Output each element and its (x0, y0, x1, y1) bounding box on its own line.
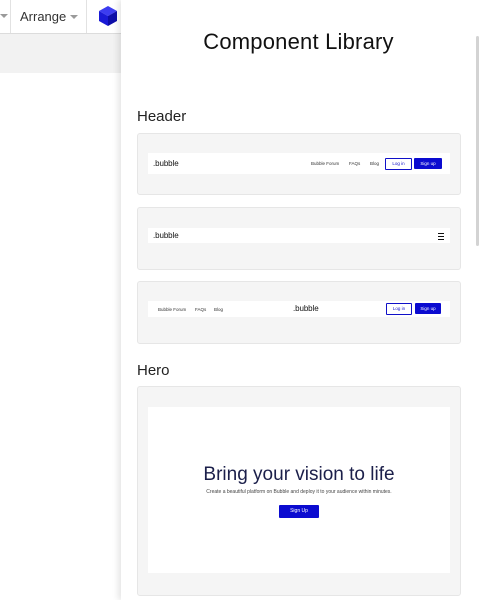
toolbar-divider (86, 0, 87, 33)
toolbar-divider (10, 0, 11, 33)
hero-subtitle: Create a beautiful platform on Bubble an… (206, 489, 392, 495)
component-library-panel: Component Library Header .bubble Bubble … (121, 0, 479, 600)
cube-icon[interactable] (97, 5, 119, 27)
header-component-card-2[interactable]: .bubble (137, 207, 461, 270)
nav-link-blog: Blog (214, 307, 224, 312)
editor-canvas[interactable] (0, 73, 121, 600)
bubble-logo: .bubble (153, 231, 179, 240)
nav-link-forum: Bubble Forum (158, 307, 187, 312)
section-label-hero: Hero (137, 362, 170, 379)
header-preview: .bubble Bubble Forum FAQs Blog Log in Si… (148, 153, 450, 174)
canvas-strip (0, 34, 121, 73)
nav-link-forum: Bubble Forum (311, 161, 340, 166)
arrange-menu[interactable]: Arrange (20, 9, 66, 24)
nav-link-faqs: FAQs (195, 307, 207, 312)
nav-link-blog: Blog (370, 161, 380, 166)
bubble-logo: .bubble (153, 159, 179, 168)
login-button: Log in (385, 158, 412, 170)
hero-preview: Bring your vision to life Create a beaut… (148, 407, 450, 573)
panel-title: Component Library (203, 29, 394, 54)
nav-link-faqs: FAQs (349, 161, 361, 166)
bubble-logo: .bubble (293, 304, 319, 313)
login-button: Log in (386, 303, 412, 315)
dropdown-caret-icon[interactable] (0, 14, 8, 18)
header-preview-mobile: .bubble (148, 228, 450, 243)
header-component-card-1[interactable]: .bubble Bubble Forum FAQs Blog Log in Si… (137, 133, 461, 195)
hero-title: Bring your vision to life (203, 464, 395, 485)
hero-signup-button: Sign Up (279, 505, 319, 518)
section-label-header: Header (137, 108, 187, 125)
header-component-card-3[interactable]: Bubble Forum FAQs Blog .bubble Log in Si… (137, 281, 461, 344)
signup-button: Sign up (414, 158, 442, 169)
arrange-caret-icon[interactable] (70, 15, 78, 19)
header-preview-centered: Bubble Forum FAQs Blog .bubble Log in Si… (148, 301, 450, 317)
hero-component-card[interactable]: Bring your vision to life Create a beaut… (137, 386, 461, 596)
hamburger-menu-icon (438, 233, 444, 240)
signup-button: Sign up (415, 303, 441, 314)
